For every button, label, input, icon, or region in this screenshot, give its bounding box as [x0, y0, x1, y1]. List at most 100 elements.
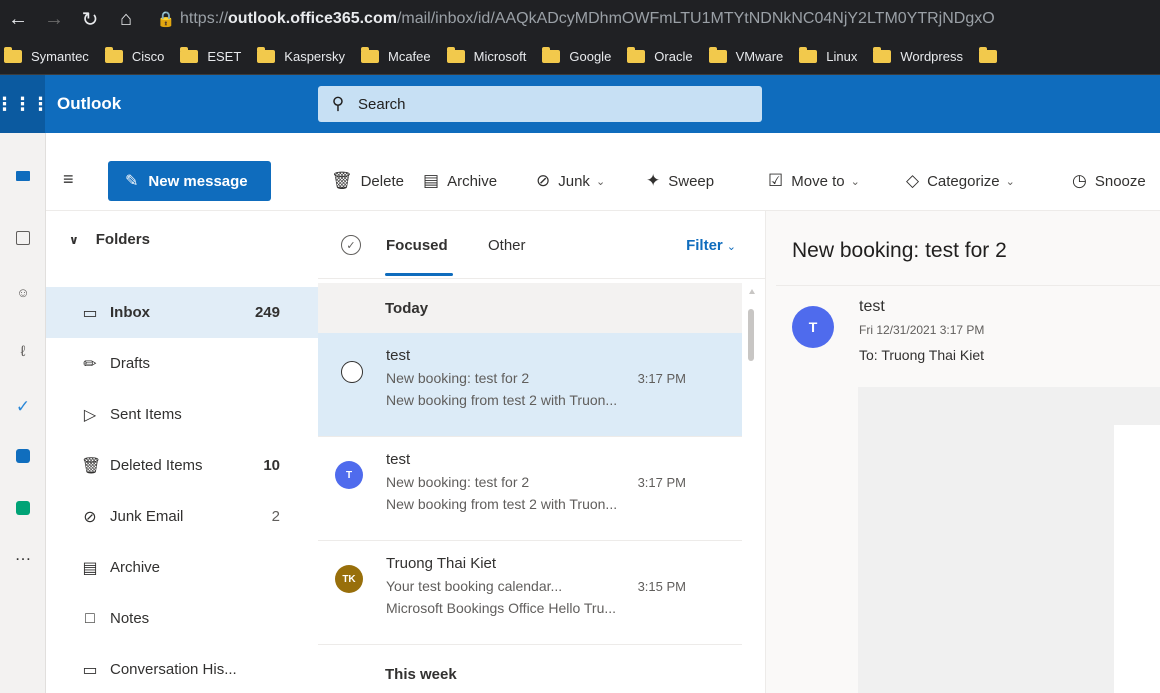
search-input[interactable]: Search [358, 96, 406, 113]
folder-icon: ▭ [82, 661, 98, 679]
message-item[interactable]: TK Truong Thai Kiet Your test booking ca… [318, 541, 742, 645]
reading-pane: New booking: test for 2 T test Fri 12/31… [766, 211, 1160, 693]
folder-icon [180, 46, 199, 63]
archive-icon: ▤ [82, 559, 98, 577]
categorize-button[interactable]: ◇ Categorize ⌄ [906, 171, 1015, 191]
message-item[interactable]: test New booking: test for 2 3:17 PM New… [318, 333, 742, 437]
chevron-down-icon: ⌄ [1005, 175, 1015, 188]
archive-button[interactable]: ▤ Archive [423, 171, 497, 191]
bookmark-label: Mcafee [388, 48, 431, 64]
tab-focused[interactable]: Focused [386, 237, 448, 254]
back-icon[interactable]: ← [0, 0, 36, 38]
folder-icon [799, 46, 818, 63]
reading-date: Fri 12/31/2021 3:17 PM [859, 323, 985, 337]
new-message-button[interactable]: ✎ New message [108, 161, 271, 201]
bookmark-mcafee[interactable]: Mcafee [361, 46, 431, 64]
url-path: /mail/inbox/id/AAQkADcyMDhmOWFmLTU1MTYtN… [396, 10, 995, 27]
reload-icon[interactable]: ↻ [72, 0, 108, 38]
attachment-icon[interactable]: ℓ [0, 343, 46, 360]
bookmark-linux[interactable]: Linux [799, 46, 858, 64]
delete-button[interactable]: 🗑 Delete [331, 171, 404, 191]
folder-name: Drafts [110, 355, 151, 372]
folder-item-sent-items[interactable]: ▷ Sent Items [46, 389, 318, 440]
todo-icon[interactable]: ✓ [0, 397, 46, 417]
bookmark-label: Kaspersky [284, 48, 345, 64]
move-to-button[interactable]: ☑ Move to ⌄ [768, 171, 860, 191]
address-bar[interactable]: https://outlook.office365.com/mail/inbox… [180, 10, 1160, 28]
folder-item-junk-email[interactable]: ⊘ Junk Email 2 [46, 491, 318, 542]
message-preview: New booking from test 2 with Truon... [386, 392, 618, 408]
avatar: TK [335, 565, 363, 593]
archive-label: Archive [447, 172, 498, 190]
message-item[interactable]: T test New booking: test for 2 3:17 PM N… [318, 437, 742, 541]
home-icon[interactable]: ⌂ [108, 0, 144, 38]
junk-button[interactable]: ⊘ Junk ⌄ [536, 171, 605, 191]
message-subject: New booking: test for 2 [386, 474, 530, 490]
message-preview: Microsoft Bookings Office Hello Tru... [386, 600, 617, 616]
forward-icon[interactable]: → [36, 0, 72, 38]
archive-icon: ▤ [423, 171, 440, 190]
unread-count: 2 [271, 508, 280, 525]
message-time: 3:17 PM [637, 475, 686, 490]
bookmark-overflow[interactable] [978, 46, 1006, 63]
bookmark-cisco[interactable]: Cisco [104, 46, 164, 64]
pencil-icon: ✏ [83, 355, 97, 373]
app-launcher-icon[interactable]: ⋮⋮⋮ [0, 75, 50, 133]
folder-item-inbox[interactable]: ▭ Inbox 249 [46, 287, 318, 338]
bookmark-label: Linux [826, 48, 858, 64]
folder-item-drafts[interactable]: ✏ Drafts [46, 338, 318, 389]
reading-recipients: To: Truong Thai Kiet [859, 347, 985, 363]
junk-label: Junk [558, 172, 590, 190]
bookmark-symantec[interactable]: Symantec [4, 46, 89, 64]
bookmark-wordpress[interactable]: Wordpress [873, 46, 963, 64]
select-message-checkbox[interactable] [341, 361, 363, 383]
snooze-label: Snooze [1094, 172, 1146, 190]
sweep-label: Sweep [668, 172, 715, 190]
bookmark-eset[interactable]: ESET [180, 46, 241, 64]
new-message-label: New message [148, 172, 248, 190]
tab-other[interactable]: Other [488, 237, 526, 254]
message-time: 3:17 PM [637, 371, 686, 386]
folder-icon [4, 46, 22, 63]
reading-sender[interactable]: test [859, 298, 885, 316]
message-sender: Truong Thai Kiet [386, 555, 497, 572]
folder-name: Archive [110, 559, 161, 576]
filter-button[interactable]: Filter ⌄ [686, 237, 736, 254]
people-icon[interactable]: ☺ [0, 285, 46, 300]
bookmark-google[interactable]: Google [542, 46, 611, 64]
folder-item-archive[interactable]: ▤ Archive [46, 542, 318, 593]
folder-icon [104, 46, 123, 63]
folders-header[interactable]: ∨ Folders [69, 231, 150, 248]
app-title[interactable]: Outlook [57, 94, 317, 114]
sweep-button[interactable]: ✦ Sweep [646, 171, 714, 191]
folder-icon [873, 46, 892, 63]
inbox-pivot: ✓ Focused Other Filter ⌄ [318, 211, 766, 279]
bookmark-kaspersky[interactable]: Kaspersky [257, 46, 345, 64]
bookmark-oracle[interactable]: Oracle [627, 46, 693, 64]
search-box[interactable]: ⚲ Search [318, 86, 762, 122]
folder-item-deleted-items[interactable]: 🗑 Deleted Items 10 [46, 440, 318, 491]
mail-icon[interactable] [0, 171, 46, 181]
avatar[interactable]: T [792, 306, 834, 348]
message-subject: New booking: test for 2 [386, 370, 530, 386]
message-list-scrollbar[interactable] [746, 285, 758, 693]
scroll-thumb[interactable] [748, 309, 754, 361]
hamburger-icon[interactable]: ≡ [63, 169, 87, 190]
more-apps-icon[interactable]: … [0, 545, 46, 565]
avatar: T [335, 461, 363, 489]
bookmarks-bar: Symantec Cisco ESET Kaspersky Mcafee Mic… [0, 38, 1160, 75]
folder-icon [542, 46, 561, 63]
folder-item-conversation-history[interactable]: ▭ Conversation His... [46, 644, 318, 693]
lock-icon[interactable]: 🔒 [152, 10, 180, 28]
note-icon: □ [85, 609, 95, 627]
yammer-icon[interactable] [0, 449, 46, 463]
calendar-icon[interactable] [0, 231, 46, 245]
categorize-label: Categorize [927, 172, 1000, 190]
bookmark-microsoft[interactable]: Microsoft [446, 46, 526, 64]
bookmark-vmware[interactable]: VMware [708, 46, 783, 64]
bookings-icon[interactable] [0, 501, 46, 515]
select-all-checkbox[interactable]: ✓ [341, 235, 361, 255]
scroll-up-icon[interactable] [749, 289, 755, 294]
folder-item-notes[interactable]: □ Notes [46, 593, 318, 644]
snooze-button[interactable]: ◷ Snooze [1072, 171, 1146, 191]
